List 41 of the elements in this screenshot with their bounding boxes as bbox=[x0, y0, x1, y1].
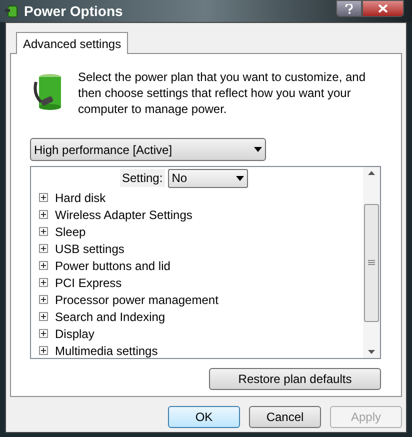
close-button[interactable] bbox=[362, 0, 404, 17]
help-icon bbox=[345, 4, 353, 14]
caret-icon bbox=[254, 147, 262, 152]
expand-icon[interactable] bbox=[39, 329, 48, 338]
expand-icon[interactable] bbox=[39, 312, 48, 321]
dialog-button[interactable]: OK bbox=[168, 406, 240, 428]
expand-icon[interactable] bbox=[39, 210, 48, 219]
dialog-button[interactable]: Cancel bbox=[249, 406, 321, 428]
expand-icon[interactable] bbox=[39, 244, 48, 253]
tree-item[interactable]: PCI Express bbox=[55, 274, 122, 292]
caret-icon bbox=[236, 176, 244, 180]
grip-icon bbox=[368, 260, 375, 265]
tree-item[interactable]: Display bbox=[55, 324, 94, 342]
setting-dropdown[interactable]: No bbox=[168, 168, 248, 188]
expand-icon[interactable] bbox=[39, 295, 48, 304]
expand-icon[interactable] bbox=[39, 278, 48, 287]
expand-icon[interactable] bbox=[39, 261, 48, 270]
power-plug-icon bbox=[4, 3, 20, 19]
help-button[interactable] bbox=[336, 0, 362, 17]
scrollbar[interactable] bbox=[363, 167, 380, 358]
tree-item[interactable]: Wireless Adapter Settings bbox=[55, 206, 192, 224]
setting-label: Setting: bbox=[120, 169, 165, 187]
tree-item[interactable]: Processor power management bbox=[55, 290, 218, 308]
scroll-down-icon[interactable] bbox=[368, 350, 375, 354]
expand-icon[interactable] bbox=[39, 346, 48, 355]
description-text: Select the power plan that you want to customize, and then choose settings that reflect how you want your computer to manage power. bbox=[78, 69, 367, 117]
expand-icon[interactable] bbox=[39, 227, 48, 236]
scroll-up-icon[interactable] bbox=[368, 171, 375, 175]
window-title: Power Options bbox=[24, 2, 123, 21]
close-icon bbox=[378, 4, 388, 13]
tab[interactable]: Advanced settings bbox=[16, 32, 128, 54]
tree-item[interactable]: Sleep bbox=[55, 222, 86, 240]
plan-dropdown[interactable]: High performance [Active] bbox=[30, 138, 266, 161]
restore-defaults-button[interactable]: Restore plan defaults bbox=[209, 368, 381, 390]
scroll-thumb[interactable] bbox=[364, 204, 379, 322]
tree-item[interactable]: Power buttons and lid bbox=[55, 256, 170, 274]
tree-item[interactable]: USB settings bbox=[55, 240, 124, 258]
tree-item[interactable]: Search and Indexing bbox=[55, 308, 166, 326]
tree-item[interactable]: Multimedia settings bbox=[55, 342, 158, 358]
tree-item[interactable]: Hard disk bbox=[55, 188, 106, 206]
expand-icon[interactable] bbox=[39, 193, 48, 202]
